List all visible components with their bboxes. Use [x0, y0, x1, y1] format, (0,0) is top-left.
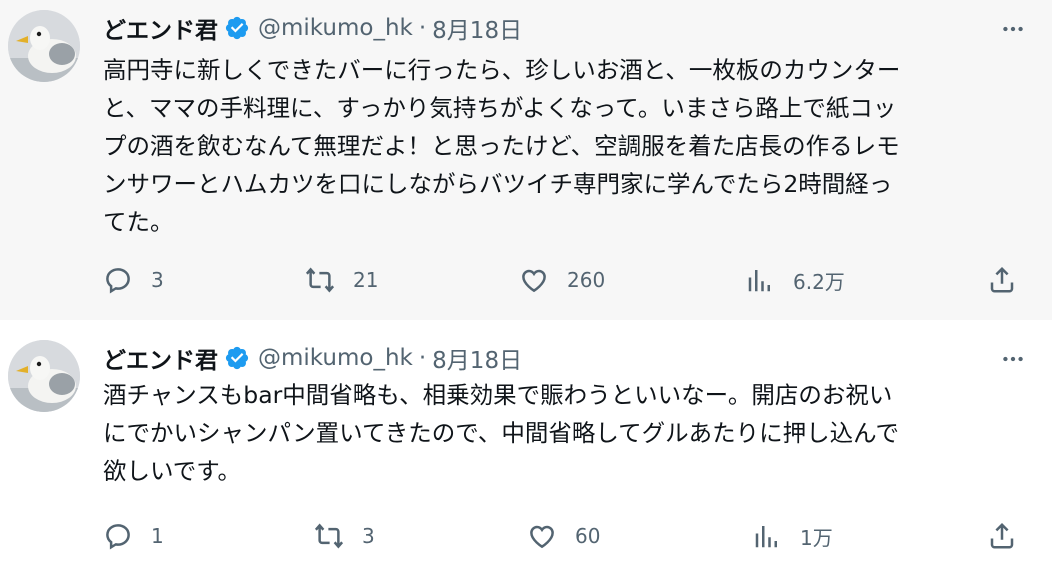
like-count: 260: [567, 268, 606, 292]
retweet-icon: [305, 267, 335, 293]
share-button[interactable]: [987, 516, 1017, 556]
like-button[interactable]: 60: [527, 516, 600, 556]
tweet-text: 高円寺に新しくできたバーに行ったら、珍しいお酒と、一枚板のカウンター と、ママの…: [103, 56, 901, 236]
views-button[interactable]: 6.2万: [745, 260, 845, 300]
user-handle[interactable]: @mikumo_hk: [258, 15, 413, 41]
tweet-date[interactable]: 8月18日: [432, 341, 522, 375]
share-button[interactable]: [987, 260, 1017, 300]
retweet-count: 3: [362, 524, 375, 548]
reply-icon: [106, 524, 130, 550]
tweet-date[interactable]: 8月18日: [432, 11, 522, 45]
reply-button[interactable]: 1: [103, 516, 164, 556]
verified-badge-icon: [224, 345, 250, 371]
user-handle[interactable]: @mikumo_hk: [258, 345, 413, 371]
share-icon: [990, 522, 1014, 549]
separator-dot: ·: [418, 15, 427, 41]
tweet-text: 酒チャンスもbar中間省略も、相乗効果で賑わうといいなー。開店のお祝い にでかい…: [103, 381, 899, 485]
like-button[interactable]: 260: [519, 260, 605, 300]
views-button[interactable]: 1万: [752, 516, 833, 556]
views-icon: [755, 526, 777, 548]
retweet-button[interactable]: 3: [314, 516, 375, 556]
reply-count: 3: [151, 268, 164, 292]
tweet-header: どエンド君 @mikumo_hk · 8月18日: [103, 11, 522, 45]
display-name[interactable]: どエンド君: [103, 341, 218, 375]
like-icon: [530, 525, 554, 549]
more-icon[interactable]: [1000, 16, 1026, 42]
more-icon[interactable]: [1000, 346, 1026, 372]
reply-icon: [106, 268, 130, 294]
like-count: 60: [575, 524, 601, 548]
reply-button[interactable]: 3: [103, 260, 164, 300]
tweet[interactable]: どエンド君 @mikumo_hk · 8月18日 酒チャンスもbar中間省略も、…: [0, 320, 1052, 574]
reply-count: 1: [151, 524, 164, 548]
tweet-actions: 1 3 60 1万: [0, 516, 1052, 556]
share-icon: [990, 266, 1014, 293]
like-icon: [522, 269, 546, 293]
display-name[interactable]: どエンド君: [103, 11, 218, 45]
retweet-button[interactable]: 21: [305, 260, 378, 300]
avatar[interactable]: [8, 10, 80, 82]
separator-dot: ·: [418, 345, 427, 371]
tweet-header: どエンド君 @mikumo_hk · 8月18日: [103, 341, 522, 375]
verified-badge-icon: [224, 15, 250, 41]
views-count: 1万: [800, 525, 833, 550]
retweet-count: 21: [353, 268, 379, 292]
tweet[interactable]: どエンド君 @mikumo_hk · 8月18日 高円寺に新しくできたバーに行っ…: [0, 0, 1052, 320]
views-icon: [748, 270, 770, 292]
views-count: 6.2万: [793, 269, 845, 294]
avatar[interactable]: [8, 340, 80, 412]
retweet-icon: [314, 523, 344, 549]
tweet-actions: 3 21 260 6.2万: [0, 260, 1052, 300]
